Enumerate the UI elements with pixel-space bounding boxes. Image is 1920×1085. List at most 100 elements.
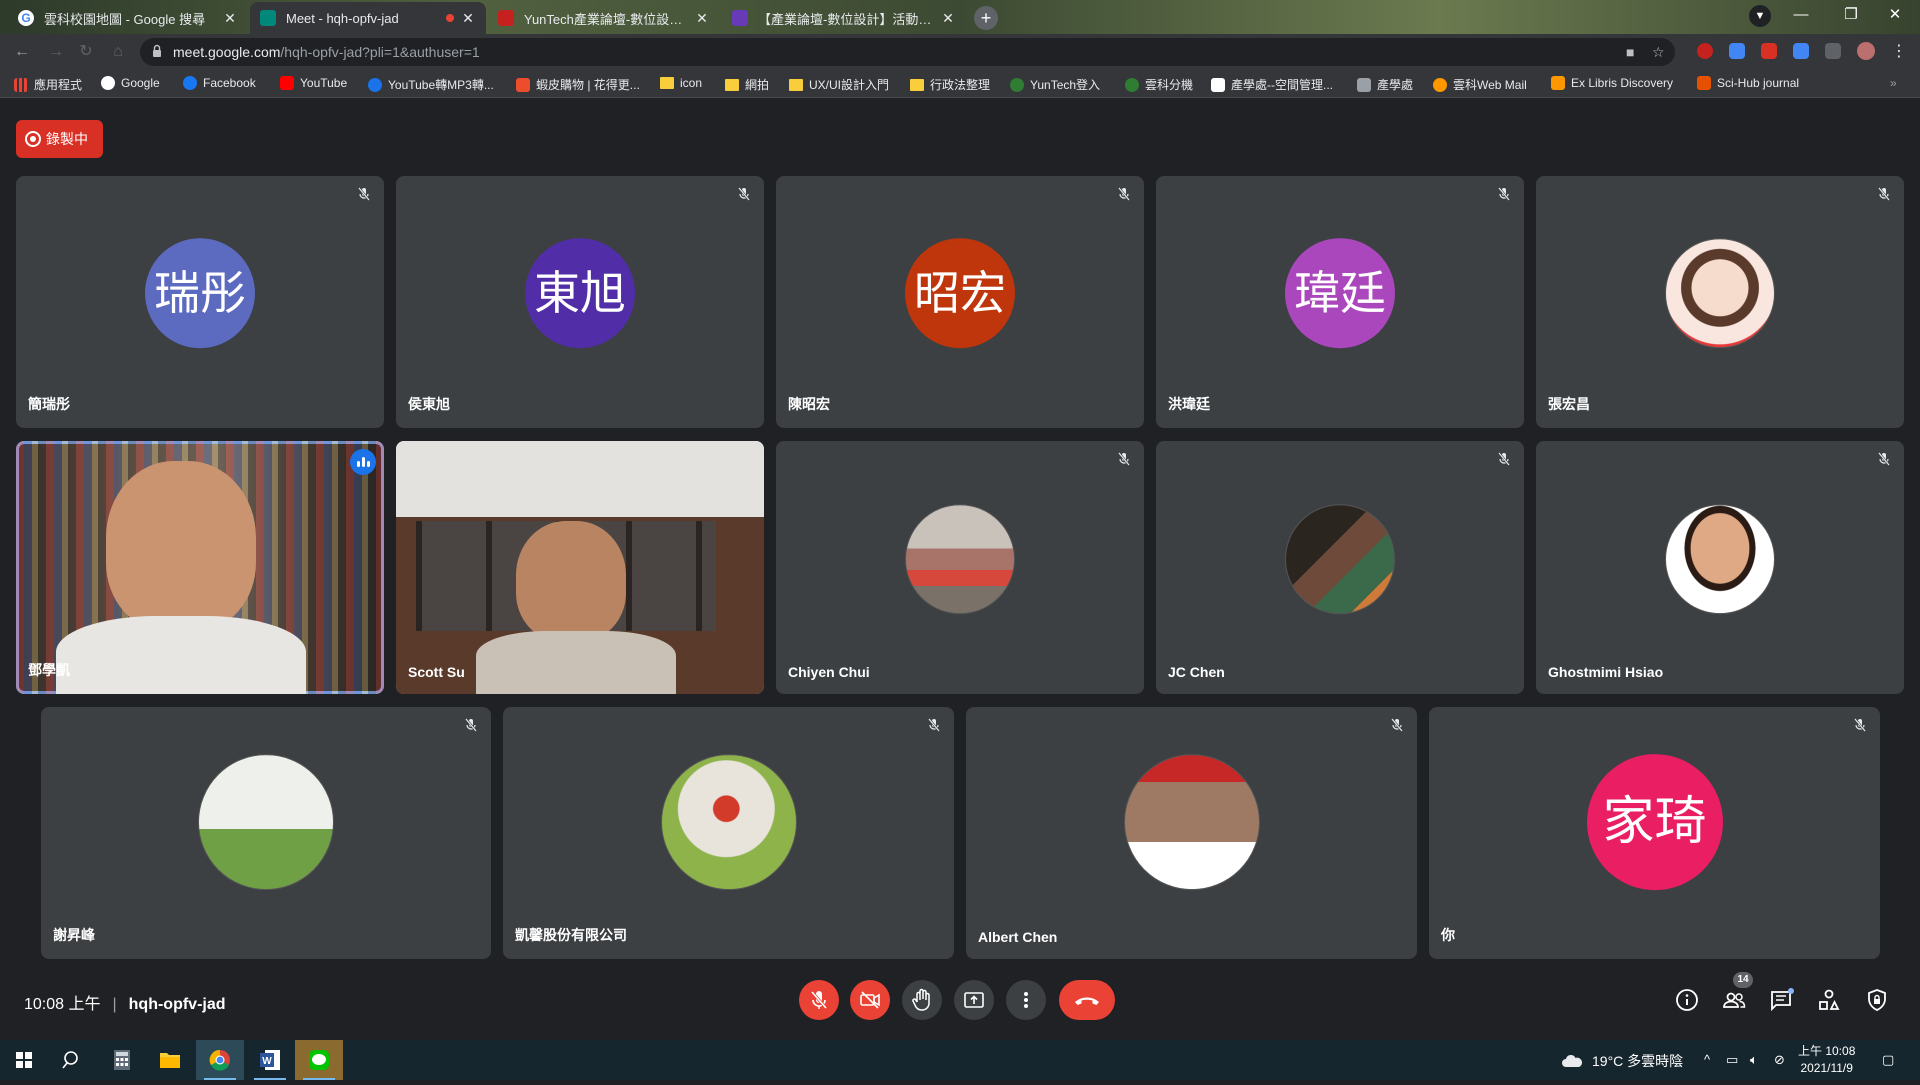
tab-label: 雲科校園地圖 - Google 搜尋 bbox=[44, 11, 206, 27]
window-close-button[interactable]: ✕ bbox=[1872, 0, 1918, 30]
bookmark-space-mgmt[interactable]: 產學處--空間管理... bbox=[1211, 76, 1333, 93]
meeting-details-info-icon[interactable] bbox=[1673, 986, 1701, 1014]
bookmark-star-icon[interactable]: ☆ bbox=[1652, 44, 1665, 61]
bookmark-shopee[interactable]: 蝦皮購物 | 花得更... bbox=[516, 76, 640, 93]
participant-tile[interactable]: 東旭 侯東旭 bbox=[396, 176, 764, 428]
participant-tile[interactable]: 昭宏 陳昭宏 bbox=[776, 176, 1144, 428]
more-vert-icon[interactable]: ⋮ bbox=[1889, 42, 1909, 62]
close-icon[interactable]: ✕ bbox=[222, 10, 238, 27]
leave-call-button[interactable] bbox=[1059, 980, 1115, 1020]
camera-icon[interactable]: ■ bbox=[1626, 44, 1634, 60]
network-icon[interactable]: ▭ bbox=[1726, 1052, 1738, 1068]
participant-name: 張宏昌 bbox=[1548, 396, 1590, 412]
translate-icon[interactable] bbox=[1793, 43, 1809, 59]
new-tab-button[interactable]: + bbox=[974, 6, 998, 30]
close-icon[interactable]: ✕ bbox=[694, 10, 710, 27]
activities-icon[interactable] bbox=[1815, 986, 1843, 1014]
mic-off-icon bbox=[810, 991, 828, 1009]
close-icon[interactable]: ✕ bbox=[940, 10, 956, 27]
mic-toggle-button[interactable] bbox=[799, 980, 839, 1020]
address-bar[interactable]: meet.google.com/hqh-opfv-jad?pli=1&authu… bbox=[140, 38, 1675, 66]
participant-tile[interactable]: 瑞彤 簡瑞彤 bbox=[16, 176, 384, 428]
bookmark-mp3[interactable]: YouTube轉MP3轉... bbox=[368, 76, 494, 93]
puzzle-icon[interactable] bbox=[1825, 43, 1841, 59]
bookmark-yuntech-login[interactable]: YunTech登入 bbox=[1010, 76, 1100, 93]
exlibris-icon bbox=[1551, 76, 1565, 90]
bookmark-scihub[interactable]: Sci-Hub journal bbox=[1697, 76, 1799, 90]
participant-tile[interactable]: JC Chen bbox=[1156, 441, 1524, 694]
participant-tile[interactable]: Albert Chen bbox=[966, 707, 1417, 959]
participant-name: 你 bbox=[1441, 927, 1455, 943]
tab-yuntech-forum[interactable]: YunTech產業論壇-數位設計產學 ✕ bbox=[488, 2, 720, 34]
camera-toggle-button[interactable] bbox=[850, 980, 890, 1020]
volume-icon[interactable]: 🔈︎ bbox=[1750, 1052, 1758, 1068]
file-explorer-app[interactable] bbox=[146, 1040, 194, 1080]
home-icon[interactable]: ⌂ bbox=[108, 42, 128, 62]
bookmark-apps[interactable]: 應用程式 bbox=[14, 76, 82, 93]
checkmark-icon bbox=[498, 10, 514, 26]
bookmark-folder-auction[interactable]: 網拍 bbox=[725, 76, 769, 93]
bookmark-industry[interactable]: 產學處 bbox=[1357, 76, 1413, 93]
calculator-app[interactable] bbox=[98, 1040, 146, 1080]
bookmark-youtube[interactable]: YouTube bbox=[280, 76, 347, 90]
participant-tile[interactable]: 凱馨股份有限公司 bbox=[503, 707, 954, 959]
participant-tile-self[interactable]: 家琦 你 bbox=[1429, 707, 1880, 959]
bookmarks-overflow-icon[interactable]: » bbox=[1890, 76, 1897, 90]
participant-name: Albert Chen bbox=[978, 929, 1058, 945]
bookmark-webmail[interactable]: 雲科Web Mail bbox=[1433, 76, 1527, 93]
recording-dot-icon bbox=[446, 14, 454, 22]
word-app[interactable]: W bbox=[246, 1040, 294, 1080]
host-controls-shield-icon[interactable] bbox=[1863, 986, 1891, 1014]
profile-avatar[interactable] bbox=[1857, 42, 1875, 60]
start-button[interactable] bbox=[0, 1040, 48, 1080]
people-icon[interactable] bbox=[1720, 986, 1748, 1014]
more-options-button[interactable] bbox=[1006, 980, 1046, 1020]
present-screen-button[interactable] bbox=[954, 980, 994, 1020]
chevron-up-icon[interactable]: ^ bbox=[1704, 1052, 1710, 1067]
forward-icon[interactable]: → bbox=[46, 42, 66, 62]
notification-icon[interactable]: ▢ bbox=[1882, 1052, 1894, 1068]
participant-video-tile[interactable]: 鄧學凱 bbox=[16, 441, 384, 694]
tab-google-search[interactable]: G 雲科校園地圖 - Google 搜尋 ✕ bbox=[8, 2, 248, 34]
participant-tile[interactable]: Chiyen Chui bbox=[776, 441, 1144, 694]
extension-icon[interactable] bbox=[1697, 43, 1713, 59]
meeting-code: hqh-opfv-jad bbox=[128, 996, 226, 1013]
raise-hand-button[interactable] bbox=[902, 980, 942, 1020]
participant-name: Ghostmimi Hsiao bbox=[1548, 664, 1664, 680]
participant-video-tile[interactable]: Scott Su bbox=[396, 441, 764, 694]
participant-tile[interactable]: 瑋廷 洪瑋廷 bbox=[1156, 176, 1524, 428]
bookmark-folder-uxui[interactable]: UX/UI設計入門 bbox=[789, 76, 889, 93]
tab-meet[interactable]: Meet - hqh-opfv-jad ✕ bbox=[250, 2, 486, 34]
participant-name: 洪瑋廷 bbox=[1168, 396, 1210, 412]
search-button[interactable] bbox=[48, 1040, 96, 1080]
bookmark-folder-icon[interactable]: icon bbox=[660, 76, 702, 90]
bookmark-exlibris[interactable]: Ex Libris Discovery bbox=[1551, 76, 1673, 90]
reload-icon[interactable]: ↻ bbox=[76, 42, 96, 62]
avatar: 瑋廷 bbox=[1285, 238, 1395, 349]
weather-widget[interactable]: 19°C 多雲時陰 bbox=[1560, 1051, 1683, 1071]
participant-tile[interactable]: Ghostmimi Hsiao bbox=[1536, 441, 1904, 694]
minimize-button[interactable]: — bbox=[1778, 0, 1824, 30]
extension-icon[interactable] bbox=[1729, 43, 1745, 59]
line-app[interactable] bbox=[295, 1040, 343, 1080]
bookmark-yuntech-ext[interactable]: 雲科分機 bbox=[1125, 76, 1193, 93]
videocam-off-icon bbox=[860, 991, 880, 1009]
restore-button[interactable]: ❐ bbox=[1828, 0, 1874, 30]
recording-indicator[interactable]: 錄製中 bbox=[16, 120, 103, 158]
chat-icon[interactable] bbox=[1767, 986, 1795, 1014]
ime-icon[interactable]: ⊘ bbox=[1774, 1052, 1785, 1068]
participant-tile[interactable]: 謝昇峰 bbox=[41, 707, 491, 959]
bookmark-facebook[interactable]: Facebook bbox=[183, 76, 256, 90]
avatar: 家琦 bbox=[1586, 754, 1723, 891]
system-clock[interactable]: 上午 10:08 2021/11/9 bbox=[1798, 1043, 1855, 1077]
person-silhouette bbox=[516, 521, 626, 641]
bookmark-google[interactable]: Google bbox=[101, 76, 160, 90]
bookmark-folder-law[interactable]: 行政法整理 bbox=[910, 76, 990, 93]
back-icon[interactable]: ← bbox=[12, 42, 32, 62]
extension-icon[interactable] bbox=[1761, 43, 1777, 59]
tab-search-icon[interactable]: ▼ bbox=[1749, 5, 1771, 27]
participant-tile[interactable]: 張宏昌 bbox=[1536, 176, 1904, 428]
close-icon[interactable]: ✕ bbox=[460, 10, 476, 27]
chrome-app[interactable] bbox=[196, 1040, 244, 1080]
tab-forum-form[interactable]: 【產業論壇-數位設計】活動濱年 ✕ bbox=[722, 2, 966, 34]
